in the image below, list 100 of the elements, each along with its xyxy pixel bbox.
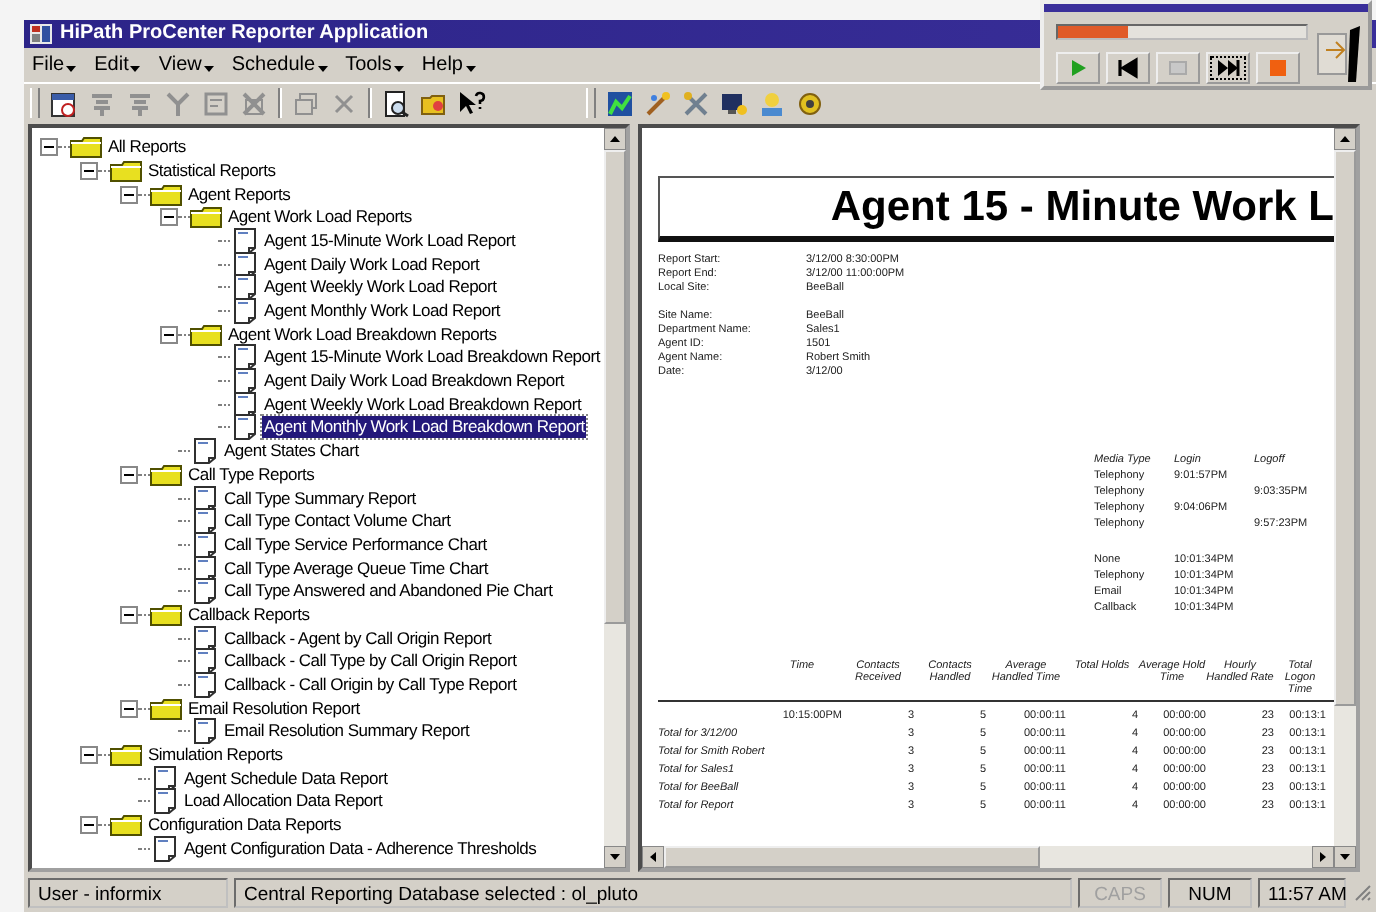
caret-icon bbox=[203, 66, 214, 73]
gear-icon[interactable] bbox=[796, 89, 824, 118]
document-icon bbox=[230, 251, 258, 278]
tree-item[interactable]: Agent Configuration Data - Adherence Thresholds bbox=[182, 837, 539, 860]
tree-item[interactable]: Email Resolution Report bbox=[186, 697, 362, 720]
tree-item[interactable]: Call Type Average Queue Time Chart bbox=[222, 557, 490, 580]
menu-item[interactable]: File bbox=[32, 53, 77, 76]
document-icon bbox=[190, 531, 218, 558]
menu-item[interactable]: View bbox=[158, 53, 214, 76]
scroll-up-icon[interactable] bbox=[604, 127, 626, 150]
tree-item[interactable]: Agent Reports bbox=[186, 183, 293, 206]
document-icon bbox=[150, 835, 178, 862]
tree-item[interactable]: Configuration Data Reports bbox=[146, 814, 344, 837]
scroll-down-icon[interactable] bbox=[604, 846, 626, 869]
folder-icon bbox=[190, 323, 222, 346]
status-user: User - informix bbox=[28, 877, 228, 908]
preview-icon[interactable] bbox=[382, 89, 410, 118]
delete-icon bbox=[240, 89, 268, 118]
app-icon bbox=[30, 23, 52, 44]
status-time: 11:57 AM bbox=[1258, 877, 1346, 908]
tree-item[interactable]: Statistical Reports bbox=[146, 159, 278, 182]
menu-item[interactable]: Help bbox=[421, 53, 475, 76]
folder-icon bbox=[70, 136, 102, 159]
tree-item[interactable]: Call Type Service Performance Chart bbox=[222, 533, 489, 556]
tree-item[interactable]: Load Allocation Data Report bbox=[182, 790, 385, 813]
folder-icon bbox=[150, 463, 182, 486]
tree-item[interactable]: Call Type Answered and Abandoned Pie Chart bbox=[222, 580, 555, 603]
folder-icon bbox=[150, 603, 182, 626]
collapse-icon[interactable] bbox=[40, 138, 58, 157]
document-icon bbox=[190, 508, 218, 535]
status-database: Central Reporting Database selected : ol_pluto bbox=[234, 877, 1072, 908]
document-icon bbox=[190, 625, 218, 652]
collapse-icon[interactable] bbox=[120, 699, 138, 718]
document-icon bbox=[202, 89, 230, 118]
calendar-icon[interactable] bbox=[50, 89, 78, 118]
collapse-icon[interactable] bbox=[80, 816, 98, 835]
scroll-up-icon[interactable] bbox=[1334, 127, 1356, 150]
scroll-right-icon[interactable] bbox=[1312, 846, 1334, 869]
collapse-icon[interactable] bbox=[80, 746, 98, 765]
tree-item[interactable]: Simulation Reports bbox=[146, 744, 285, 767]
skip-back-icon[interactable] bbox=[1106, 52, 1150, 84]
tree-item[interactable]: Call Type Contact Volume Chart bbox=[222, 510, 453, 533]
collapse-icon[interactable] bbox=[160, 208, 178, 227]
tree-item[interactable]: Agent 15-Minute Work Load Report bbox=[262, 229, 518, 252]
collapse-icon[interactable] bbox=[160, 325, 178, 344]
tree-item[interactable]: Email Resolution Summary Report bbox=[222, 720, 472, 743]
menu-item[interactable]: Schedule bbox=[231, 53, 328, 76]
monitor-icon[interactable] bbox=[720, 89, 748, 118]
scroll-down-icon[interactable] bbox=[1334, 846, 1356, 869]
tree-item[interactable]: Agent 15-Minute Work Load Breakdown Report bbox=[262, 346, 602, 369]
tree-item[interactable]: Agent States Chart bbox=[222, 440, 361, 463]
document-icon bbox=[190, 648, 218, 675]
scroll-left-icon[interactable] bbox=[642, 846, 664, 869]
collapse-icon[interactable] bbox=[120, 605, 138, 624]
resize-grip-icon[interactable] bbox=[1352, 882, 1372, 903]
tree-item[interactable]: Callback - Agent by Call Origin Report bbox=[222, 627, 494, 650]
document-icon bbox=[190, 555, 218, 582]
wand-icon[interactable] bbox=[644, 89, 672, 118]
tree-item[interactable]: Agent Daily Work Load Breakdown Report bbox=[262, 370, 567, 393]
document-icon bbox=[230, 298, 258, 325]
tree-item[interactable]: Callback - Call Origin by Call Type Report bbox=[222, 674, 519, 697]
tools-icon[interactable] bbox=[682, 89, 710, 118]
collapse-icon[interactable] bbox=[120, 185, 138, 204]
document-icon bbox=[150, 788, 178, 815]
menu-item[interactable]: Tools bbox=[345, 53, 404, 76]
folder-icon bbox=[110, 814, 142, 837]
caret-icon bbox=[66, 66, 77, 73]
tree-item[interactable]: Agent Monthly Work Load Breakdown Report bbox=[262, 416, 587, 439]
folder-icon bbox=[150, 183, 182, 206]
tree-item[interactable]: All Reports bbox=[106, 136, 188, 159]
menu-item[interactable]: Edit bbox=[94, 53, 141, 76]
help-pointer-icon[interactable] bbox=[458, 89, 486, 118]
close-icon bbox=[330, 89, 358, 118]
tree-item[interactable]: Agent Daily Work Load Report bbox=[262, 253, 482, 276]
tree-item[interactable]: Agent Weekly Work Load Report bbox=[262, 276, 499, 299]
tree-item[interactable]: Agent Work Load Reports bbox=[226, 206, 414, 229]
document-icon bbox=[190, 578, 218, 605]
tree-item[interactable]: Agent Monthly Work Load Report bbox=[262, 300, 503, 323]
window-icon bbox=[292, 89, 320, 118]
tree-item[interactable]: Agent Work Load Breakdown Reports bbox=[226, 323, 499, 346]
tree-item[interactable]: Call Type Summary Report bbox=[222, 487, 418, 510]
collapse-icon[interactable] bbox=[80, 161, 98, 180]
caret-icon bbox=[317, 66, 328, 73]
tree-item[interactable]: Agent Schedule Data Report bbox=[182, 767, 390, 790]
tree-item[interactable]: Callback - Call Type by Call Origin Report bbox=[222, 650, 519, 673]
collapse-icon[interactable] bbox=[120, 465, 138, 484]
folder-icon bbox=[190, 206, 222, 229]
tree-item[interactable]: Agent Weekly Work Load Breakdown Report bbox=[262, 393, 584, 416]
report-title: Agent 15 - Minute Work L bbox=[658, 175, 1334, 242]
window-title: HiPath ProCenter Reporter Application bbox=[60, 22, 429, 45]
chart-icon[interactable] bbox=[606, 89, 634, 118]
tree-item[interactable]: Call Type Reports bbox=[186, 463, 317, 486]
tree-item[interactable]: Callback Reports bbox=[186, 603, 312, 626]
folder-icon bbox=[150, 697, 182, 720]
document-icon bbox=[230, 227, 258, 254]
fast-forward-icon[interactable] bbox=[1206, 52, 1250, 84]
folder-icon[interactable] bbox=[420, 89, 448, 118]
document-icon bbox=[230, 391, 258, 418]
document-icon bbox=[230, 274, 258, 301]
document-icon bbox=[230, 414, 258, 441]
